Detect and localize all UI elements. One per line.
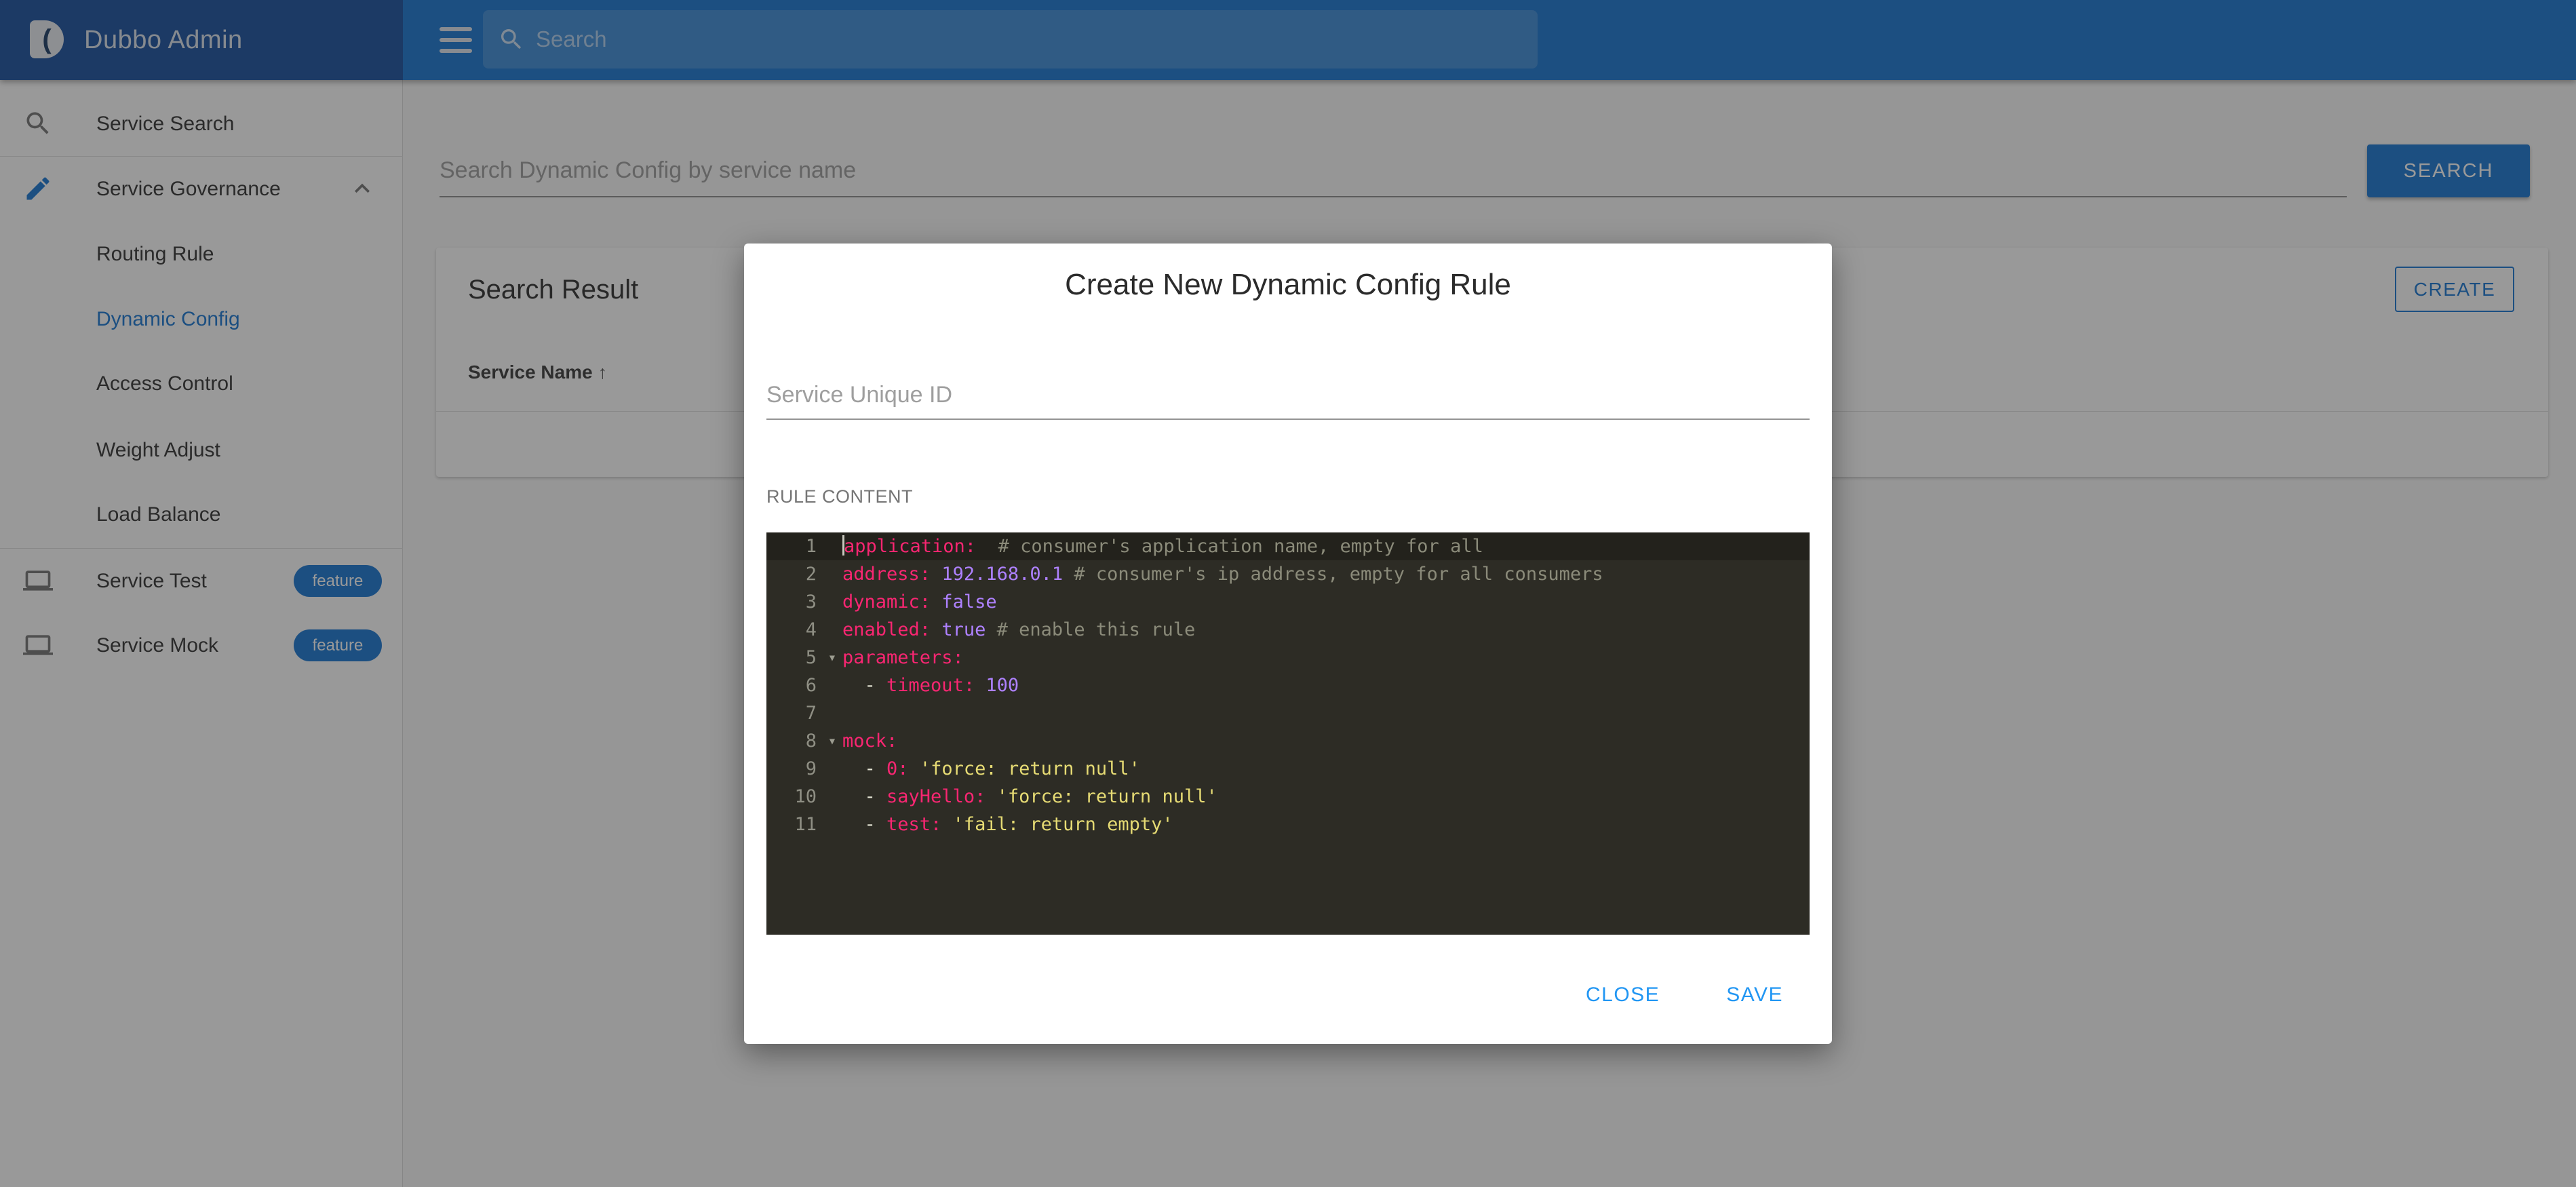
dialog-title: Create New Dynamic Config Rule — [744, 268, 1832, 302]
fold-gutter — [822, 616, 842, 644]
code-text: - test: 'fail: return empty' — [842, 811, 1173, 838]
token-plain — [976, 536, 998, 557]
token-plain — [909, 758, 920, 779]
token-plain — [941, 814, 952, 835]
editor-line[interactable]: 4 enabled: true # enable this rule — [766, 616, 1810, 644]
fold-gutter — [822, 811, 842, 838]
dubbo-admin-screen: ( Dubbo Admin 3 Service Search Service G… — [0, 0, 2576, 1187]
fold-gutter — [822, 672, 842, 699]
fold-gutter — [822, 588, 842, 616]
rule-content-editor[interactable]: 1 application: # consumer's application n… — [766, 532, 1810, 935]
line-number: 10 — [766, 783, 822, 811]
line-number: 3 — [766, 588, 822, 616]
editor-line[interactable]: 5▾parameters: — [766, 644, 1810, 672]
token-plain — [985, 619, 996, 640]
code-text: - sayHello: 'force: return null' — [842, 783, 1217, 811]
token-key: enabled: — [842, 619, 931, 640]
code-text: application: # consumer's application na… — [842, 532, 1483, 560]
token-str: 'fail: return empty' — [953, 814, 1173, 835]
fold-gutter — [822, 560, 842, 588]
token-str: 'force: return null' — [997, 786, 1217, 807]
token-plain — [1063, 564, 1074, 585]
fold-icon[interactable]: ▾ — [822, 727, 842, 755]
token-plain — [931, 591, 941, 612]
fold-gutter — [822, 699, 842, 727]
code-text: address: 192.168.0.1 # consumer's ip add… — [842, 560, 1603, 588]
editor-line[interactable]: 2 address: 192.168.0.1 # consumer's ip ad… — [766, 560, 1810, 588]
editor-line[interactable]: 8▾mock: — [766, 727, 1810, 755]
line-number: 6 — [766, 672, 822, 699]
editor-line[interactable]: 6 - timeout: 100 — [766, 672, 1810, 699]
line-number: 5 — [766, 644, 822, 672]
token-plain — [985, 786, 996, 807]
token-plain — [931, 564, 941, 585]
token-key: application: — [844, 536, 976, 557]
fold-gutter — [822, 532, 842, 560]
editor-line[interactable]: 11 - test: 'fail: return empty' — [766, 811, 1810, 838]
token-num: 192.168.0.1 — [941, 564, 1063, 585]
editor-line[interactable]: 7 — [766, 699, 1810, 727]
service-unique-id-input[interactable] — [766, 371, 1810, 420]
token-key: test: — [886, 814, 941, 835]
save-button[interactable]: SAVE — [1704, 971, 1805, 1019]
token-num: true — [941, 619, 985, 640]
token-key: dynamic: — [842, 591, 931, 612]
token-num: 100 — [985, 675, 1019, 696]
fold-gutter — [822, 783, 842, 811]
token-key: sayHello: — [886, 786, 985, 807]
line-number: 7 — [766, 699, 822, 727]
token-plain: - — [842, 786, 886, 807]
token-plain: - — [842, 675, 886, 696]
token-key: 0: — [886, 758, 909, 779]
token-num: false — [941, 591, 996, 612]
code-text: parameters: — [842, 644, 964, 672]
token-comment: # consumer's ip address, empty for all c… — [1074, 564, 1603, 585]
token-plain: - — [842, 758, 886, 779]
line-number: 1 — [766, 532, 822, 560]
line-number: 9 — [766, 755, 822, 783]
create-rule-dialog: Create New Dynamic Config Rule RULE CONT… — [744, 244, 1832, 1044]
editor-line[interactable]: 9 - 0: 'force: return null' — [766, 755, 1810, 783]
line-number: 4 — [766, 616, 822, 644]
editor-line[interactable]: 10 - sayHello: 'force: return null' — [766, 783, 1810, 811]
fold-icon[interactable]: ▾ — [822, 644, 842, 672]
dialog-actions: CLOSE SAVE — [1564, 971, 1805, 1019]
line-number: 8 — [766, 727, 822, 755]
token-plain: - — [842, 814, 886, 835]
line-number: 2 — [766, 560, 822, 588]
token-comment: # consumer's application name, empty for… — [998, 536, 1483, 557]
token-key: parameters: — [842, 647, 964, 668]
close-button[interactable]: CLOSE — [1564, 971, 1681, 1019]
token-str: 'force: return null' — [920, 758, 1140, 779]
token-plain — [975, 675, 985, 696]
code-text: - timeout: 100 — [842, 672, 1019, 699]
token-comment: # enable this rule — [997, 619, 1196, 640]
code-text: enabled: true # enable this rule — [842, 616, 1195, 644]
token-key: address: — [842, 564, 931, 585]
fold-gutter — [822, 755, 842, 783]
rule-content-label: RULE CONTENT — [766, 486, 913, 507]
editor-line[interactable]: 3 dynamic: false — [766, 588, 1810, 616]
token-key: mock: — [842, 731, 897, 752]
editor-line[interactable]: 1 application: # consumer's application n… — [766, 532, 1810, 560]
rule-editor-lines: 1 application: # consumer's application n… — [766, 532, 1810, 838]
line-number: 11 — [766, 811, 822, 838]
code-text: - 0: 'force: return null' — [842, 755, 1140, 783]
code-text: dynamic: false — [842, 588, 997, 616]
code-text: mock: — [842, 727, 897, 755]
token-plain — [931, 619, 941, 640]
token-key: timeout: — [886, 675, 975, 696]
